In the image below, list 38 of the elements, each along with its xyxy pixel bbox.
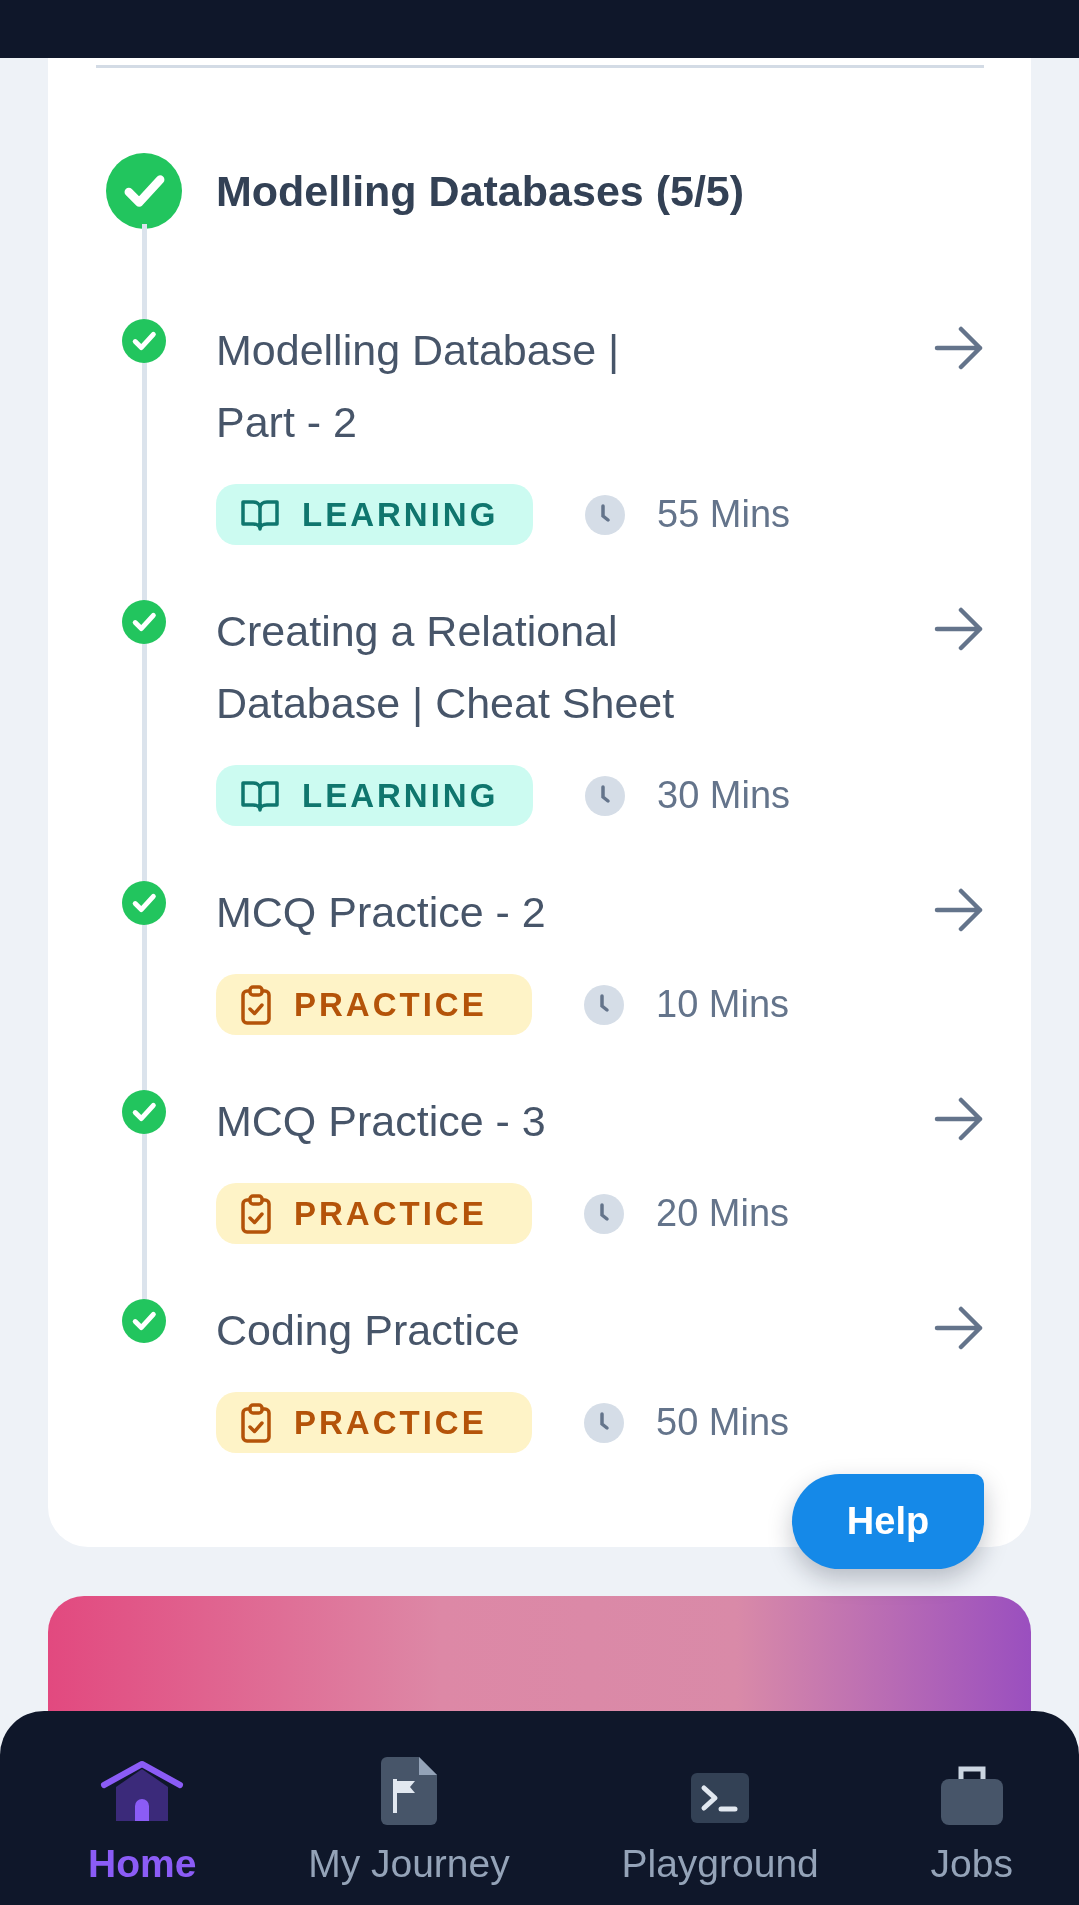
duration-text: 10 Mins	[656, 982, 790, 1027]
arrow-right-icon[interactable]	[934, 1097, 984, 1141]
clipboard-check-icon	[240, 1193, 272, 1234]
category-tag: PRACTICE	[216, 974, 532, 1035]
section-title: Modelling Databases (5/5)	[216, 165, 745, 217]
arrow-right-icon[interactable]	[934, 1306, 984, 1350]
duration-text: 50 Mins	[656, 1400, 790, 1445]
clock-icon	[584, 1402, 624, 1443]
nav-tab[interactable]: Jobs	[930, 1711, 1013, 1905]
flag-document-icon	[380, 1757, 437, 1825]
clock-icon	[585, 494, 625, 535]
lesson-title: MCQ Practice - 2	[216, 887, 547, 938]
book-icon	[240, 497, 280, 532]
clock-icon	[584, 1193, 624, 1234]
category-tag: LEARNING	[216, 765, 533, 826]
category-tag: PRACTICE	[216, 1183, 532, 1244]
category-tag: LEARNING	[216, 484, 533, 545]
lesson-title: Modelling Database | Part - 2	[216, 325, 621, 448]
arrow-right-icon[interactable]	[934, 888, 984, 932]
nav-tab[interactable]: Home	[88, 1711, 197, 1905]
category-tag: PRACTICE	[216, 1392, 532, 1453]
book-icon	[240, 778, 280, 813]
help-button[interactable]: Help	[792, 1474, 984, 1569]
lesson-title: MCQ Practice - 3	[216, 1096, 547, 1147]
arrow-right-icon[interactable]	[934, 326, 984, 370]
lesson-title: Coding Practice	[216, 1305, 521, 1356]
duration-text: 30 Mins	[657, 773, 791, 818]
nav-tab[interactable]: My Journey	[308, 1711, 510, 1905]
clock-icon	[584, 984, 624, 1025]
nav-tab[interactable]: Playground	[621, 1711, 819, 1905]
duration-text: 55 Mins	[657, 492, 791, 537]
duration-text: 20 Mins	[656, 1191, 790, 1236]
lesson-title: Creating a Relational Database | Cheat Sheet	[216, 606, 676, 729]
clock-icon	[585, 775, 625, 816]
terminal-icon	[691, 1773, 750, 1825]
clipboard-check-icon	[240, 984, 272, 1025]
arrow-right-icon[interactable]	[934, 607, 984, 651]
clipboard-check-icon	[240, 1402, 272, 1443]
